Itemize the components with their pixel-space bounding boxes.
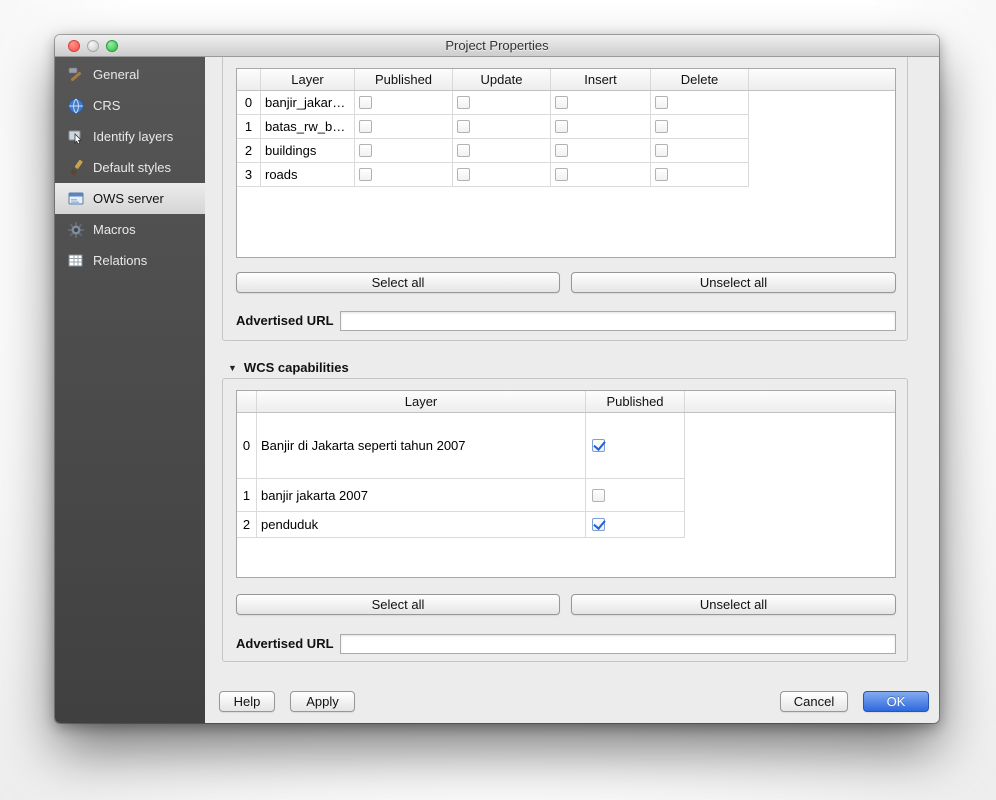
published-checkbox[interactable] (592, 489, 605, 502)
layer-name-cell[interactable]: penduduk (257, 512, 586, 538)
apply-button[interactable]: Apply (290, 691, 355, 712)
table-row[interactable]: 0 Banjir di Jakarta seperti tahun 2007 (237, 413, 895, 479)
col-header-published: Published (355, 69, 453, 90)
insert-checkbox[interactable] (555, 144, 568, 157)
wfs-unselect-all-button[interactable]: Unselect all (571, 272, 896, 293)
row-index: 2 (237, 139, 261, 163)
delete-checkbox[interactable] (655, 168, 668, 181)
col-header-insert: Insert (551, 69, 651, 90)
wcs-advertised-url-input[interactable] (340, 634, 896, 654)
sidebar-item-identify-layers[interactable]: Identify layers (55, 121, 205, 152)
col-header-layer: Layer (257, 391, 586, 412)
row-index: 2 (237, 512, 257, 538)
table-row[interactable]: 0 banjir_jakar… (237, 91, 895, 115)
ok-button[interactable]: OK (863, 691, 929, 712)
published-checkbox[interactable] (592, 518, 605, 531)
table-row[interactable]: 3 roads (237, 163, 895, 187)
row-index: 1 (237, 115, 261, 139)
globe-icon (67, 97, 85, 115)
layer-name-cell[interactable]: Banjir di Jakarta seperti tahun 2007 (257, 413, 586, 479)
relations-table-icon (67, 252, 85, 270)
published-checkbox[interactable] (359, 144, 372, 157)
insert-checkbox[interactable] (555, 120, 568, 133)
server-window-icon (67, 190, 85, 208)
insert-checkbox[interactable] (555, 96, 568, 109)
delete-checkbox[interactable] (655, 120, 668, 133)
sidebar-item-default-styles[interactable]: Default styles (55, 152, 205, 183)
layer-name-cell[interactable]: batas_rw_b… (261, 115, 355, 139)
sidebar-item-label: OWS server (93, 191, 164, 206)
delete-checkbox[interactable] (655, 144, 668, 157)
wfs-table: Layer Published Update Insert Delete 0 b… (236, 68, 896, 258)
collapse-triangle-icon[interactable]: ▼ (228, 363, 237, 373)
titlebar: Project Properties (55, 35, 939, 57)
sidebar-item-label: Identify layers (93, 129, 173, 144)
layer-name-cell[interactable]: banjir_jakar… (261, 91, 355, 115)
layer-name-cell[interactable]: buildings (261, 139, 355, 163)
update-checkbox[interactable] (457, 168, 470, 181)
help-button[interactable]: Help (219, 691, 275, 712)
update-checkbox[interactable] (457, 96, 470, 109)
wfs-select-all-button[interactable]: Select all (236, 272, 560, 293)
row-index: 1 (237, 479, 257, 512)
sidebar-item-relations[interactable]: Relations (55, 245, 205, 276)
window-title: Project Properties (55, 35, 939, 57)
published-checkbox[interactable] (592, 439, 605, 452)
wcs-unselect-all-button[interactable]: Unselect all (571, 594, 896, 615)
delete-checkbox[interactable] (655, 96, 668, 109)
col-header-published: Published (586, 391, 685, 412)
insert-checkbox[interactable] (555, 168, 568, 181)
published-checkbox[interactable] (359, 120, 372, 133)
col-header-update: Update (453, 69, 551, 90)
table-row[interactable]: 2 penduduk (237, 512, 895, 538)
table-row[interactable]: 2 buildings (237, 139, 895, 163)
close-button[interactable] (68, 40, 80, 52)
minimize-button[interactable] (87, 40, 99, 52)
sidebar-item-general[interactable]: General (55, 59, 205, 90)
table-row[interactable]: 1 banjir jakarta 2007 (237, 479, 895, 512)
wfs-table-header: Layer Published Update Insert Delete (237, 69, 895, 91)
row-index: 0 (237, 91, 261, 115)
sidebar-item-ows-server[interactable]: OWS server (55, 183, 205, 214)
wcs-table: Layer Published 0 Banjir di Jakarta sepe… (236, 390, 896, 578)
wrench-icon (67, 66, 85, 84)
wcs-advertised-url-label: Advertised URL (236, 634, 334, 654)
col-header-delete: Delete (651, 69, 749, 90)
sidebar-item-label: CRS (93, 98, 120, 113)
row-index: 0 (237, 413, 257, 479)
wfs-advertised-url-input[interactable] (340, 311, 896, 331)
layer-name-cell[interactable]: roads (261, 163, 355, 187)
published-checkbox[interactable] (359, 168, 372, 181)
published-checkbox[interactable] (359, 96, 372, 109)
update-checkbox[interactable] (457, 120, 470, 133)
col-header-layer: Layer (261, 69, 355, 90)
identify-cursor-icon (67, 128, 85, 146)
paintbrush-icon (67, 159, 85, 177)
sidebar: General CRS Identify layers Default styl… (55, 57, 205, 723)
wfs-advertised-url-label: Advertised URL (236, 311, 334, 331)
ows-server-page: Layer Published Update Insert Delete 0 b… (205, 57, 939, 723)
sidebar-item-label: Relations (93, 253, 147, 268)
wcs-capabilities-title: ▼ WCS capabilities (228, 360, 349, 375)
sidebar-item-macros[interactable]: Macros (55, 214, 205, 245)
sidebar-item-label: General (93, 67, 139, 82)
sidebar-item-crs[interactable]: CRS (55, 90, 205, 121)
sidebar-item-label: Default styles (93, 160, 171, 175)
zoom-button[interactable] (106, 40, 118, 52)
cancel-button[interactable]: Cancel (780, 691, 848, 712)
table-row[interactable]: 1 batas_rw_b… (237, 115, 895, 139)
sidebar-item-label: Macros (93, 222, 136, 237)
wcs-table-header: Layer Published (237, 391, 895, 413)
project-properties-window: Project Properties General CRS Identify … (55, 35, 939, 723)
wcs-select-all-button[interactable]: Select all (236, 594, 560, 615)
row-index: 3 (237, 163, 261, 187)
layer-name-cell[interactable]: banjir jakarta 2007 (257, 479, 586, 512)
update-checkbox[interactable] (457, 144, 470, 157)
wcs-capabilities-label: WCS capabilities (244, 360, 349, 375)
window-controls (68, 40, 118, 52)
gear-icon (67, 221, 85, 239)
